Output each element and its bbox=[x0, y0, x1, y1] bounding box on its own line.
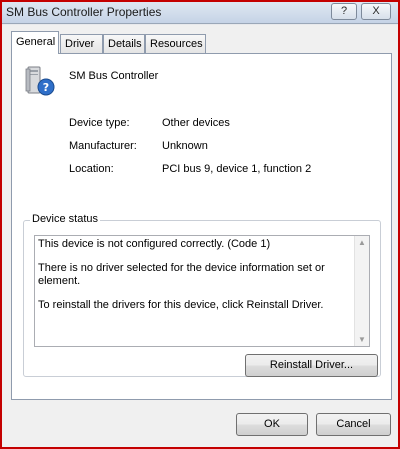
help-button[interactable]: ? bbox=[331, 3, 357, 20]
location-value: PCI bus 9, device 1, function 2 bbox=[162, 163, 312, 175]
close-button[interactable]: X bbox=[361, 3, 391, 20]
cancel-button[interactable]: Cancel bbox=[316, 413, 391, 436]
device-question-icon: ? bbox=[25, 66, 55, 96]
status-line-2: There is no driver selected for the devi… bbox=[38, 262, 325, 287]
tab-general[interactable]: General bbox=[11, 31, 59, 54]
window-title: SM Bus Controller Properties bbox=[6, 5, 162, 19]
title-bar[interactable]: SM Bus Controller Properties ? X bbox=[2, 2, 398, 24]
location-label: Location: bbox=[69, 163, 114, 175]
device-name: SM Bus Controller bbox=[69, 70, 159, 82]
tab-driver[interactable]: Driver bbox=[60, 34, 103, 53]
dialog-window: SM Bus Controller Properties ? X General… bbox=[0, 0, 400, 449]
manufacturer-value: Unknown bbox=[162, 140, 208, 152]
general-tab-panel: ? SM Bus Controller Device type: Other d… bbox=[11, 53, 392, 400]
device-status-text: This device is not configured correctly.… bbox=[38, 238, 348, 323]
reinstall-driver-button[interactable]: Reinstall Driver... bbox=[245, 354, 378, 377]
scroll-down-icon[interactable]: ▼ bbox=[358, 335, 366, 344]
status-line-1: This device is not configured correctly.… bbox=[38, 238, 271, 250]
svg-text:?: ? bbox=[43, 81, 49, 94]
device-type-label: Device type: bbox=[69, 117, 130, 129]
device-status-legend: Device status bbox=[30, 213, 101, 225]
dialog-body: General Driver Details Resources ? SM Bu… bbox=[2, 25, 398, 447]
tab-resources[interactable]: Resources bbox=[145, 34, 206, 53]
status-line-3: To reinstall the drivers for this device… bbox=[38, 299, 324, 311]
device-type-value: Other devices bbox=[162, 117, 230, 129]
manufacturer-label: Manufacturer: bbox=[69, 140, 137, 152]
device-status-textbox[interactable]: This device is not configured correctly.… bbox=[34, 235, 370, 347]
tab-details[interactable]: Details bbox=[103, 34, 145, 53]
device-status-group: Device status This device is not configu… bbox=[23, 213, 381, 377]
scroll-up-icon[interactable]: ▲ bbox=[358, 238, 366, 247]
status-scrollbar[interactable]: ▲ ▼ bbox=[354, 236, 369, 346]
ok-button[interactable]: OK bbox=[236, 413, 308, 436]
